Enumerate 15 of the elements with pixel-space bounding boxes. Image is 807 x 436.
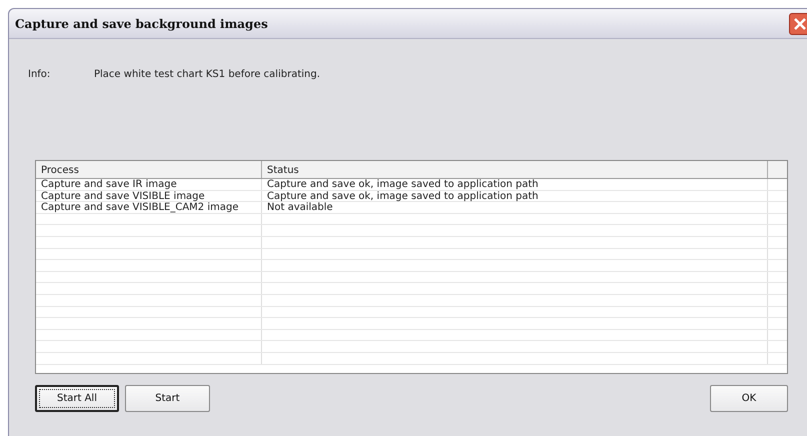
table-cell: Capture and save VISIBLE image xyxy=(36,190,262,202)
column-header[interactable]: Process xyxy=(36,161,262,178)
table-cell: Capture and save IR image xyxy=(36,179,262,190)
info-text: Place white test chart KS1 before calibrating. xyxy=(94,68,320,82)
table-cell: Capture and save ok, image saved to application path xyxy=(262,190,768,202)
table-cell: Not available xyxy=(262,202,768,213)
dialog-button[interactable]: OK xyxy=(710,385,788,412)
dialog-button[interactable]: Start All xyxy=(35,385,119,412)
window-title: Capture and save background images xyxy=(15,16,268,32)
table-cell: Capture and save ok, image saved to application path xyxy=(262,179,768,190)
column-header[interactable]: Status xyxy=(262,161,768,178)
dialog-button[interactable]: Start xyxy=(125,385,210,412)
table-cell: Capture and save VISIBLE_CAM2 image xyxy=(36,202,262,213)
info-label: Info: xyxy=(28,68,52,82)
close-button[interactable] xyxy=(789,13,807,35)
